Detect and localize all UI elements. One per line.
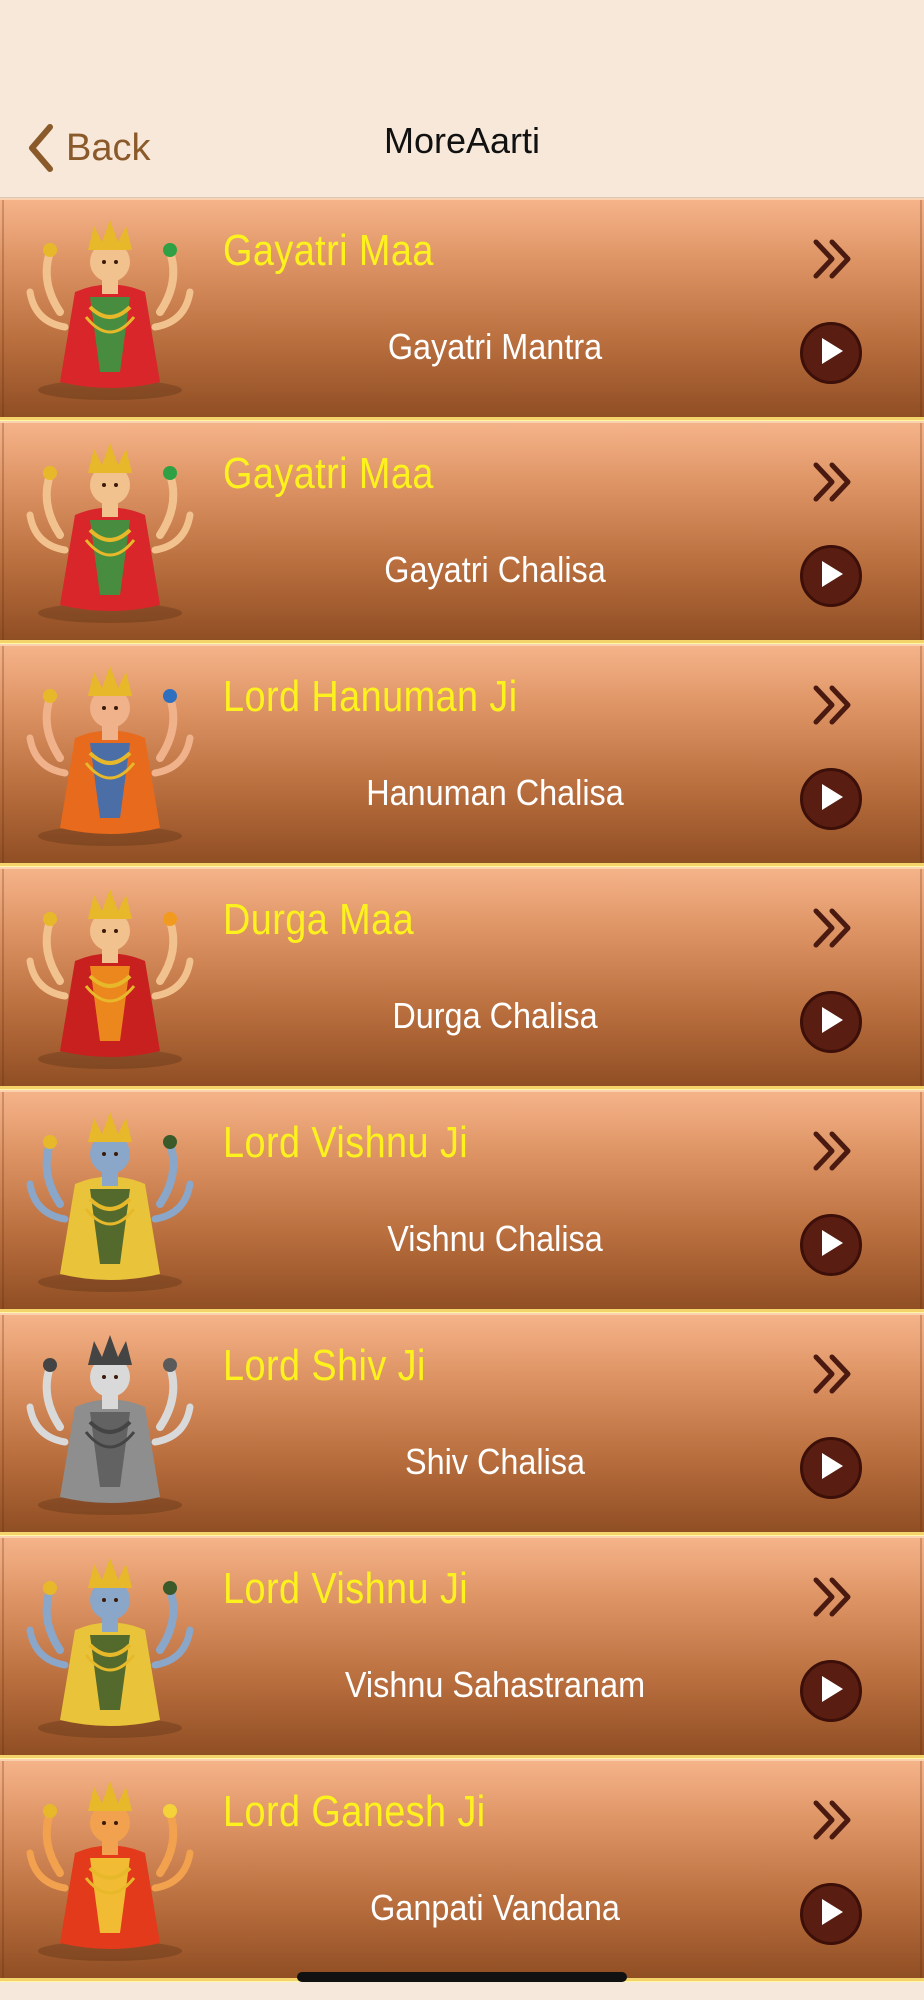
- list-item[interactable]: Lord Vishnu Ji Vishnu Chalisa: [0, 1090, 924, 1313]
- play-button[interactable]: [800, 545, 862, 607]
- aarti-list: Gayatri Maa Gayatri Mantra Gayatri Maa G…: [0, 198, 924, 1982]
- deity-name: Durga Maa: [223, 895, 415, 944]
- durga-maa-image: [20, 881, 200, 1071]
- double-chevron-right-icon[interactable]: [808, 903, 858, 953]
- double-chevron-right-icon[interactable]: [808, 1349, 858, 1399]
- gayatri-maa-image: [20, 435, 200, 625]
- page-title: MoreAarti: [383, 120, 541, 161]
- list-item[interactable]: Durga Maa Durga Chalisa: [0, 867, 924, 1090]
- deity-name: Gayatri Maa: [223, 226, 434, 275]
- track-title: Vishnu Sahastranam: [344, 1664, 646, 1705]
- play-icon: [817, 336, 845, 370]
- shiv-ji-image: [20, 1327, 200, 1517]
- hanuman-ji-image: [20, 658, 200, 848]
- home-indicator: [297, 1972, 627, 1982]
- play-icon: [817, 1897, 845, 1931]
- play-button[interactable]: [800, 991, 862, 1053]
- play-icon: [817, 1674, 845, 1708]
- play-icon: [817, 1228, 845, 1262]
- deity-name: Lord Vishnu Ji: [223, 1118, 469, 1167]
- track-title: Gayatri Chalisa: [384, 549, 606, 590]
- double-chevron-right-icon[interactable]: [808, 1572, 858, 1622]
- track-title: Vishnu Chalisa: [387, 1218, 603, 1259]
- double-chevron-right-icon[interactable]: [808, 1126, 858, 1176]
- play-button[interactable]: [800, 1214, 862, 1276]
- track-title: Ganpati Vandana: [370, 1887, 620, 1928]
- play-icon: [817, 1451, 845, 1485]
- deity-name: Gayatri Maa: [223, 449, 434, 498]
- deity-name: Lord Hanuman Ji: [223, 672, 518, 721]
- play-icon: [817, 1005, 845, 1039]
- deity-name: Lord Vishnu Ji: [223, 1564, 469, 1613]
- track-title: Durga Chalisa: [392, 995, 598, 1036]
- double-chevron-right-icon[interactable]: [808, 1795, 858, 1845]
- list-item[interactable]: Lord Ganesh Ji Ganpati Vandana: [0, 1759, 924, 1982]
- track-title: Shiv Chalisa: [404, 1441, 586, 1482]
- play-button[interactable]: [800, 768, 862, 830]
- ganesh-ji-image: [20, 1773, 200, 1963]
- vishnu-ji-image: [20, 1550, 200, 1740]
- deity-name: Lord Ganesh Ji: [223, 1787, 486, 1836]
- list-item[interactable]: Gayatri Maa Gayatri Chalisa: [0, 421, 924, 644]
- list-item[interactable]: Gayatri Maa Gayatri Mantra: [0, 198, 924, 421]
- play-button[interactable]: [800, 1883, 862, 1945]
- track-title: Hanuman Chalisa: [366, 772, 624, 813]
- list-item[interactable]: Lord Vishnu Ji Vishnu Sahastranam: [0, 1536, 924, 1759]
- gayatri-maa-image: [20, 212, 200, 402]
- play-icon: [817, 559, 845, 593]
- list-item[interactable]: Lord Hanuman Ji Hanuman Chalisa: [0, 644, 924, 867]
- double-chevron-right-icon[interactable]: [808, 234, 858, 284]
- play-button[interactable]: [800, 1660, 862, 1722]
- play-icon: [817, 782, 845, 816]
- deity-name: Lord Shiv Ji: [223, 1341, 426, 1390]
- list-item[interactable]: Lord Shiv Ji Shiv Chalisa: [0, 1313, 924, 1536]
- double-chevron-right-icon[interactable]: [808, 457, 858, 507]
- track-title: Gayatri Mantra: [387, 326, 603, 367]
- vishnu-ji-image: [20, 1104, 200, 1294]
- double-chevron-right-icon[interactable]: [808, 680, 858, 730]
- play-button[interactable]: [800, 1437, 862, 1499]
- play-button[interactable]: [800, 322, 862, 384]
- navigation-bar: Back MoreAarti: [0, 0, 924, 198]
